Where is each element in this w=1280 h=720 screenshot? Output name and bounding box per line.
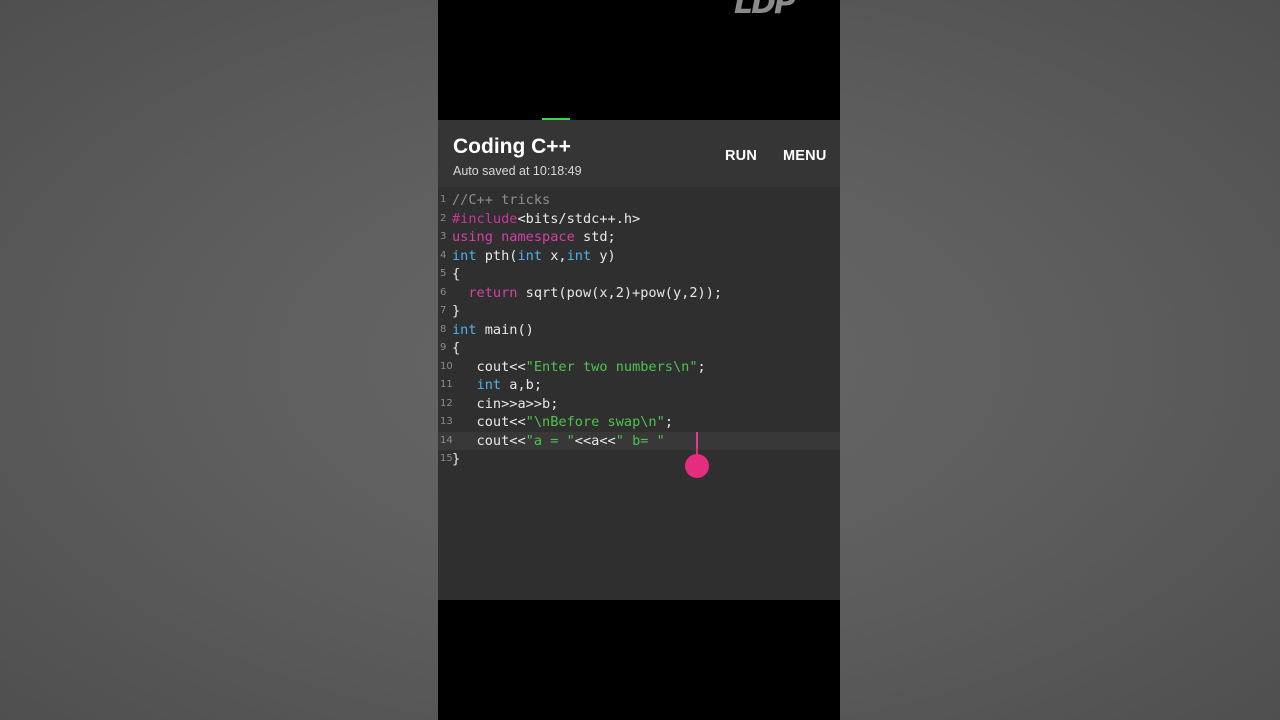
code-line[interactable]: 15} [438,450,840,469]
code-token: <bits/stdc++.h> [517,210,641,227]
code-text: cin>>a>>b; [452,395,559,414]
app-window: Coding C++ Auto saved at 10:18:49 RUN ME… [438,120,840,600]
code-token: namespace [501,229,575,245]
code-line[interactable]: 14 cout<<"a = "<<a<<" b= " [438,431,840,451]
code-text: int a,b; [452,376,542,395]
code-token: cin>>a>>b; [452,395,559,412]
line-number: 14 [440,434,453,446]
code-line[interactable]: 1 //C++ tricks [438,191,840,210]
line-number: 1 [440,194,447,205]
code-token: int [452,321,477,338]
code-token: //C++ tricks [452,192,551,208]
code-token: int [476,377,502,393]
code-text: int main() [452,321,534,340]
code-token: int [517,247,543,264]
code-token: y) [591,247,616,264]
code-token: } [452,451,461,467]
text-cursor-handle[interactable] [685,448,709,478]
code-token: int [566,247,592,264]
line-number: 11 [440,379,453,390]
line-number: 12 [440,397,453,409]
code-text: #include<bits/stdc++.h> [452,210,640,229]
line-number: 15 [440,453,453,464]
code-token: x, [542,247,567,264]
code-line[interactable]: 11 int a,b; [438,376,840,395]
code-token: { [452,340,461,356]
code-editor[interactable]: 1 //C++ tricks 2 #include<bits/stdc++.h> 3 us… [438,187,840,600]
run-button[interactable]: RUN [725,148,757,164]
phone-screen: LDP Coding C++ Auto saved at 10:18:49 RU… [438,0,840,720]
autosave-status: Auto saved at 10:18:49 [453,164,582,178]
code-token: #include [452,210,518,227]
code-line[interactable]: 7} [438,302,840,321]
code-token: ; [664,414,673,430]
code-token: <<a<< [574,432,616,449]
code-token: int [452,247,477,264]
line-number: 7 [440,305,447,316]
code-token: "a = " [525,432,575,449]
code-line[interactable]: 13 cout<<"\nBefore swap\n"; [438,413,840,432]
code-token: cout<< [452,432,526,449]
line-number: 9 [440,342,447,353]
code-line[interactable]: 5{ [438,265,840,284]
code-text: cout<<"\nBefore swap\n"; [452,413,673,432]
code-line[interactable]: 6 return sqrt(pow(x,2)+pow(y,2)); [438,284,840,303]
line-number: 4 [440,249,447,261]
code-token: std; [574,229,616,245]
code-token: sqrt(pow(x,2)+pow(y,2)); [517,284,723,301]
code-token: cout<< [452,414,526,430]
line-number: 3 [440,231,447,242]
code-token: pth( [476,247,518,264]
menu-button[interactable]: MENU [783,148,827,164]
code-token: cout<< [452,358,526,375]
code-text: } [452,302,460,321]
code-token: "Enter two numbers\n" [525,358,698,375]
code-line[interactable]: 4 int pth(int x,int y) [438,247,840,266]
code-line[interactable]: 10 cout<<"Enter two numbers\n"; [438,358,840,377]
code-text: cout<<"Enter two numbers\n"; [452,358,706,377]
code-token: main() [476,321,534,338]
text-cursor [696,431,698,450]
code-line[interactable]: 8 int main() [438,321,840,340]
code-token: "\nBefore swap\n" [525,414,665,430]
code-token: a,b; [501,377,543,393]
code-text: using namespace std; [452,228,616,247]
code-line[interactable]: 12 cin>>a>>b; [438,395,840,414]
code-text: { [452,339,460,358]
line-number: 13 [440,416,453,427]
code-line[interactable]: 9{ [438,339,840,358]
code-token: } [452,303,461,319]
watermark-logo: LDP [734,0,796,21]
code-line[interactable]: 3 using namespace std; [438,228,840,247]
line-number: 6 [440,286,447,298]
code-line[interactable]: 2 #include<bits/stdc++.h> [438,210,840,229]
app-title: Coding C++ [453,135,571,158]
line-number: 2 [440,212,447,224]
code-text: //C++ tricks [452,191,550,210]
code-text: cout<<"a = "<<a<<" b= " [452,432,665,451]
code-token: { [452,266,461,282]
code-token: return [468,284,518,301]
app-bar: Coding C++ Auto saved at 10:18:49 RUN ME… [438,120,840,187]
code-token: using [452,229,493,245]
code-text: { [452,265,460,284]
line-number: 10 [440,360,453,372]
code-text: return sqrt(pow(x,2)+pow(y,2)); [452,284,722,303]
code-token: ; [697,358,706,375]
code-token: " b= " [615,432,665,449]
line-number: 5 [440,268,447,279]
line-number: 8 [440,323,447,335]
code-text: } [452,450,460,469]
code-text: int pth(int x,int y) [452,247,616,266]
